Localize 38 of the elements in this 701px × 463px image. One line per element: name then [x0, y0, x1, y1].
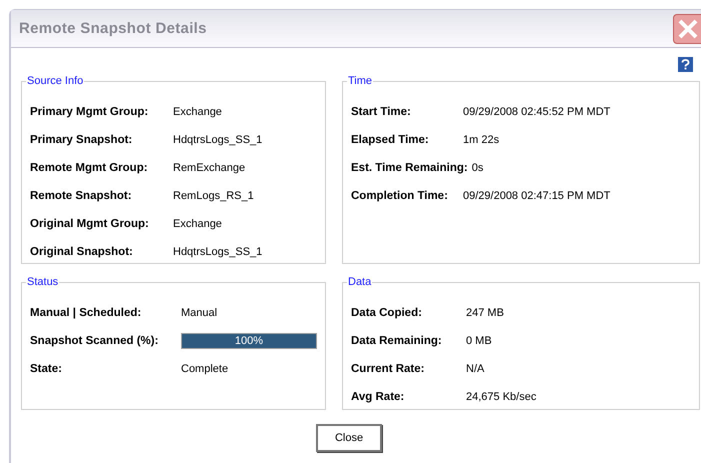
- field-value: Complete: [181, 363, 228, 375]
- field-value: 247 MB: [466, 307, 504, 319]
- progress-bar: 100%: [181, 333, 317, 349]
- field-value: 0 MB: [466, 335, 492, 347]
- field-label: Est. Time Remaining:: [351, 162, 468, 174]
- field-label: Snapshot Scanned (%):: [30, 335, 160, 347]
- field-label: Original Mgmt Group:: [30, 218, 150, 230]
- field-value: N/A: [466, 363, 484, 375]
- field-label: Primary Mgmt Group:: [30, 106, 150, 118]
- field-label: Start Time:: [351, 106, 412, 118]
- field-value: HdqtrsLogs_SS_1: [173, 134, 262, 146]
- field-value: 09/29/2008 02:45:52 PM MDT: [463, 106, 610, 118]
- field-value: Exchange: [173, 106, 222, 118]
- field-value: HdqtrsLogs_SS_1: [173, 246, 262, 258]
- field-label: Data Remaining:: [351, 335, 443, 347]
- field-value: Manual: [181, 307, 218, 319]
- close-icon[interactable]: [673, 14, 701, 44]
- field-label: Avg Rate:: [351, 391, 406, 403]
- help-icon[interactable]: [678, 57, 693, 72]
- field-label: Original Snapshot:: [30, 246, 134, 258]
- field-value: Exchange: [173, 218, 222, 230]
- field-label: Current Rate:: [351, 363, 426, 375]
- field-label: Elapsed Time:: [351, 134, 430, 146]
- field-label: Primary Snapshot:: [30, 134, 134, 146]
- field-value: 09/29/2008 02:47:15 PM MDT: [463, 190, 610, 202]
- field-label: Remote Mgmt Group:: [30, 162, 149, 174]
- field-label: State:: [30, 363, 63, 375]
- field-value: RemExchange: [173, 162, 246, 174]
- field-label: Manual | Scheduled:: [30, 307, 142, 319]
- field-value: 0s: [472, 162, 484, 174]
- field-label: Data Copied:: [351, 307, 423, 319]
- field-label: Remote Snapshot:: [30, 190, 133, 202]
- field-label: Completion Time:: [351, 190, 449, 202]
- close-button[interactable]: Close: [316, 424, 382, 452]
- window-title: Remote Snapshot Details: [19, 20, 207, 37]
- field-value: 1m 22s: [463, 134, 500, 146]
- field-value: RemLogs_RS_1: [173, 190, 254, 202]
- field-value: 24,675 Kb/sec: [466, 391, 536, 403]
